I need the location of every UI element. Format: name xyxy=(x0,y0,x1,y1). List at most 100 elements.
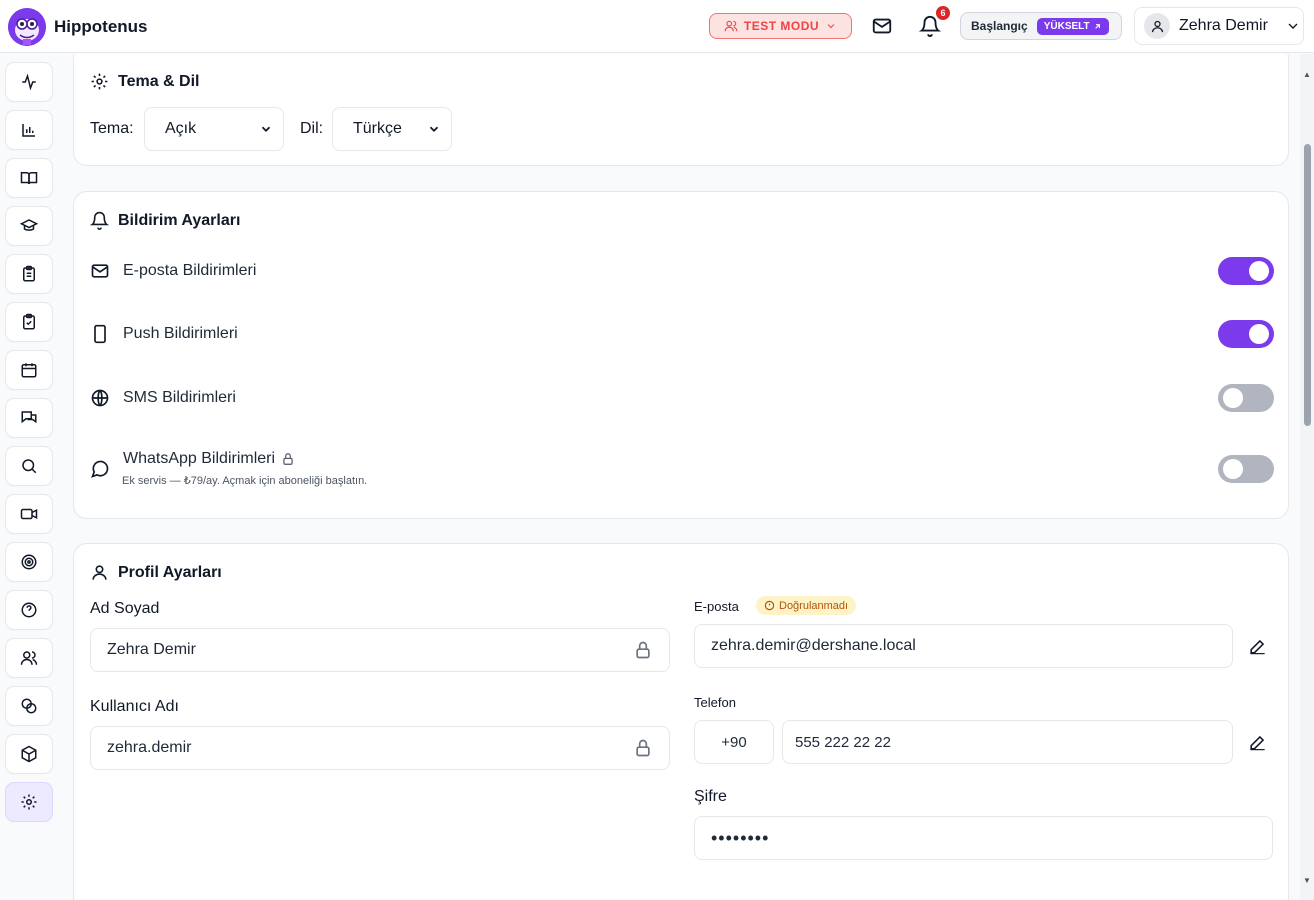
sidebar-item-calendar[interactable] xyxy=(5,350,53,390)
avatar xyxy=(1144,13,1170,39)
lock-icon xyxy=(636,641,650,659)
email-field[interactable]: zehra.demir@dershane.local xyxy=(694,624,1233,668)
plan-badge[interactable]: Başlangıç YÜKSELT xyxy=(960,12,1122,40)
user-menu-button[interactable]: Zehra Demir xyxy=(1134,7,1304,45)
help-circle-icon xyxy=(21,602,37,618)
fullname-field[interactable]: Zehra Demir xyxy=(90,628,670,672)
phone-value: 555 222 22 22 xyxy=(795,733,891,751)
scrollbar-thumb[interactable] xyxy=(1304,144,1311,426)
language-select-value: Türkçe xyxy=(353,120,402,137)
bar-chart-icon xyxy=(22,124,35,137)
password-field[interactable]: •••••••• xyxy=(694,816,1273,860)
notification-row-email: E-posta Bildirimleri xyxy=(90,257,1274,285)
calendar-icon xyxy=(21,363,37,378)
coins-icon xyxy=(21,698,37,714)
search-icon xyxy=(22,459,37,474)
scroll-down-arrow[interactable]: ▼ xyxy=(1303,876,1311,885)
sidebar-item-settings[interactable] xyxy=(5,782,53,822)
profile-settings-title-text: Profil Ayarları xyxy=(118,563,222,581)
sms-notification-toggle[interactable] xyxy=(1218,384,1274,412)
user-icon xyxy=(92,565,107,580)
message-circle-icon xyxy=(91,460,109,478)
phone-field[interactable]: 555 222 22 22 xyxy=(782,720,1233,764)
notification-label-push: Push Bildirimleri xyxy=(123,325,238,342)
push-notification-toggle[interactable] xyxy=(1218,320,1274,348)
sidebar-item-goals[interactable] xyxy=(5,542,53,582)
edit-email-button[interactable] xyxy=(1245,634,1269,658)
bell-icon xyxy=(90,211,109,230)
phone-label: Telefon xyxy=(694,695,736,710)
sidebar-item-search[interactable] xyxy=(5,446,53,486)
theme-select-value: Açık xyxy=(165,120,197,137)
package-icon xyxy=(21,745,37,763)
clipboard-check-icon xyxy=(23,313,35,330)
arrow-up-right-icon xyxy=(1094,23,1100,29)
theme-select[interactable]: Açık xyxy=(144,107,284,151)
notification-row-push: Push Bildirimleri xyxy=(90,320,1274,348)
sidebar-item-reports[interactable] xyxy=(5,110,53,150)
scroll-up-arrow[interactable]: ▲ xyxy=(1303,70,1311,79)
phone-country-code[interactable]: +90 xyxy=(694,720,774,764)
sidebar-item-assignments[interactable] xyxy=(5,254,53,294)
sidebar-item-courses[interactable] xyxy=(5,206,53,246)
sidebar-item-messages[interactable] xyxy=(5,398,53,438)
chevron-down-icon xyxy=(827,24,835,29)
user-name: Zehra Demir xyxy=(1179,17,1268,34)
phone-code-value: +90 xyxy=(721,733,747,751)
mail-button[interactable] xyxy=(870,14,894,38)
language-select[interactable]: Türkçe xyxy=(332,107,452,151)
whatsapp-notification-toggle[interactable] xyxy=(1218,455,1274,483)
notification-settings-card: Bildirim Ayarları E-posta Bildirimleri P… xyxy=(73,191,1289,519)
theme-language-title-text: Tema & Dil xyxy=(118,72,200,90)
users-icon xyxy=(20,651,38,665)
page-scrollbar[interactable]: ▲ ▼ xyxy=(1300,54,1314,900)
sidebar-item-help[interactable] xyxy=(5,590,53,630)
sidebar-item-tasks[interactable] xyxy=(5,302,53,342)
theme-label: Tema: xyxy=(90,120,134,137)
notification-label-email: E-posta Bildirimleri xyxy=(123,262,257,279)
plan-name: Başlangıç xyxy=(971,19,1028,33)
user-icon xyxy=(1151,20,1163,32)
notification-settings-title-text: Bildirim Ayarları xyxy=(118,211,241,229)
sidebar-item-payments[interactable] xyxy=(5,686,53,726)
email-notification-toggle[interactable] xyxy=(1218,257,1274,285)
fullname-value: Zehra Demir xyxy=(107,641,196,658)
chevron-down-icon xyxy=(1288,23,1298,29)
whatsapp-subscription-note: Ek servis — ₺79/ay. Açmak için aboneliği… xyxy=(122,475,368,487)
target-icon xyxy=(21,554,37,570)
settings-icon xyxy=(91,73,108,90)
sidebar-item-library[interactable] xyxy=(5,158,53,198)
notification-count-badge: 6 xyxy=(936,6,950,20)
chevron-down-icon xyxy=(261,126,271,132)
notification-label-sms: SMS Bildirimleri xyxy=(123,389,236,406)
username-label: Kullanıcı Adı xyxy=(90,698,179,715)
username-field[interactable]: zehra.demir xyxy=(90,726,670,770)
edit-phone-button[interactable] xyxy=(1245,730,1269,754)
chevron-down-icon xyxy=(429,126,439,132)
smartphone-icon xyxy=(94,324,106,344)
email-status-text: Doğrulanmadı xyxy=(779,599,849,612)
email-unverified-badge: Doğrulanmadı xyxy=(756,596,857,615)
username-value: zehra.demir xyxy=(107,739,192,756)
notification-settings-title: Bildirim Ayarları xyxy=(90,211,240,230)
brand-logo[interactable] xyxy=(8,8,46,46)
sidebar-item-activity[interactable] xyxy=(5,62,53,102)
clipboard-list-icon xyxy=(23,265,35,282)
upgrade-button[interactable]: YÜKSELT xyxy=(1036,17,1109,35)
mail-icon xyxy=(91,264,109,278)
brand-name: Hippotenus xyxy=(54,17,148,36)
test-mode-label: TEST MODU xyxy=(743,19,820,33)
email-label: E-posta xyxy=(694,599,739,614)
profile-settings-card: Profil Ayarları Ad Soyad Zehra Demir Kul… xyxy=(73,543,1289,900)
profile-settings-title: Profil Ayarları xyxy=(90,563,222,582)
theme-language-card: Tema & Dil Tema: Açık Dil: Türkçe xyxy=(73,54,1289,166)
settings-icon xyxy=(21,794,37,810)
test-mode-button[interactable]: TEST MODU xyxy=(709,13,852,39)
sidebar-item-users[interactable] xyxy=(5,638,53,678)
lock-icon xyxy=(636,739,650,757)
sidebar-item-packages[interactable] xyxy=(5,734,53,774)
sidebar-item-video[interactable] xyxy=(5,494,53,534)
language-label: Dil: xyxy=(300,120,324,137)
messages-icon xyxy=(21,411,37,424)
upgrade-label: YÜKSELT xyxy=(1043,20,1090,32)
